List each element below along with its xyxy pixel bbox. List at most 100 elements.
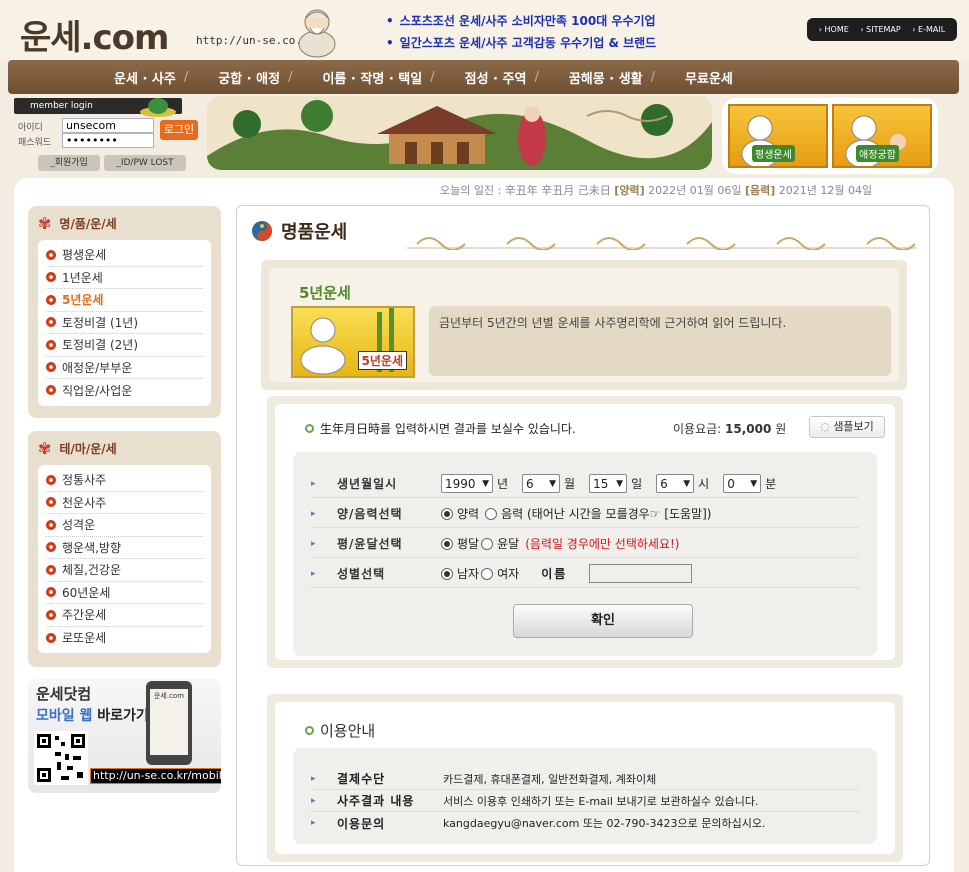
flower-icon [46,609,56,620]
month-select[interactable]: 6 ▼ [522,474,561,493]
site-header: 운세.com http://un-se.co.kr • 스포츠조선 운세/사주 소… [0,0,969,60]
flower-icon [46,385,56,396]
intro-description: 금년부터 5년간의 년별 운세를 사주명리학에 근거하여 읽어 드립니다. [429,306,891,376]
flower-icon [46,587,56,598]
id-input[interactable] [62,118,154,133]
flower-icon [46,519,56,530]
ornament-icon: ✾ [38,438,52,458]
birth-row: ▸ 생년월일시 1990 ▼ 년 6 ▼ 월 15 ▼ 일 6 ▼ 시 0 ▼ 분 [311,470,859,498]
password-input[interactable] [62,133,154,148]
sidebar-item[interactable]: 천운사주 [46,492,203,514]
sidebar-item[interactable]: 체질,건강운 [46,559,203,582]
nav-item-gunghap[interactable]: 궁합 · 애정 [218,68,280,87]
nav-item-dream[interactable]: 꿈해몽 · 생활 [569,68,643,87]
flower-icon [46,317,56,328]
bullet-icon [305,726,314,735]
nav-separator: / [288,69,293,85]
name-label: 이름 [541,567,568,581]
flower-icon [46,564,56,575]
solar-radio[interactable] [441,507,453,520]
confirm-button[interactable]: 확인 [513,604,693,638]
promo-text: • 스포츠조선 운세/사주 소비자만족 100대 우수기업 • 일간스포츠 운세/사… [386,14,657,50]
promo-card-aejeong[interactable]: 애정궁합 [832,104,932,169]
name-input[interactable] [589,564,693,583]
promo-card-pyeongsaeng[interactable]: 평생운세 [728,104,828,169]
sidebar-item[interactable]: 정통사주 [46,469,203,492]
mobile-web-banner[interactable]: 운세닷컴 모바일 웹 바로가기! 운세.com http://un-se.co.… [28,679,221,793]
female-radio[interactable] [481,567,494,580]
lunar-radio[interactable] [485,507,498,520]
login-button[interactable]: 로그인 [160,120,198,140]
sidebar-item[interactable]: 토정비결 (2년) [46,334,203,357]
nav-item-astrology[interactable]: 점성 · 주역 [465,68,527,87]
nav-separator: / [430,69,435,85]
leap-month-radio[interactable] [481,537,494,550]
sidebar-item[interactable]: 60년운세 [46,582,203,604]
solar-date: 2022년 01월 06일 [648,184,742,197]
id-pw-lost-button[interactable]: _ID/PW LOST [104,155,186,171]
flower-icon [46,294,56,305]
promo-card-label: 애정궁합 [856,145,899,162]
intro-section: 5년운세 5년운세 금년부터 5년간의 년별 운세를 사주명리학에 근거하여 읽… [261,260,907,390]
flower-icon [46,474,56,485]
fee-info: 이용요금: 15,000 원 [673,422,787,436]
intro-title: 5년운세 [299,284,351,302]
gender-row: ▸ 성별선택 남자 여자 이름 [311,560,859,588]
male-radio[interactable] [441,567,453,580]
main-banner[interactable] [207,96,712,170]
five-year-image: 5년운세 [291,306,415,378]
nav-item-free[interactable]: 무료운세 [685,68,733,87]
arrow-icon: ▸ [311,795,316,806]
sidebar-item[interactable]: 1년운세 [46,267,203,289]
join-button[interactable]: _회원가입 [38,155,100,171]
promo-line-1[interactable]: 스포츠조선 운세/사주 소비자만족 100대 우수기업 [400,14,656,28]
arrow-icon: ▸ [311,508,316,519]
nav-item-naming[interactable]: 이름 · 작명 · 택일 [322,68,422,87]
site-logo[interactable]: 운세.com [20,10,169,59]
sidebar-item[interactable]: 행운색,방향 [46,537,203,559]
usage-info-list: ▸ 결제수단 카드결제, 휴대폰결제, 일반전화결제, 계좌이체 ▸ 사주결과 … [293,748,877,844]
calendar-label: 양/음력선택 [337,507,403,521]
leap-label: 평/윤달선택 [337,537,403,551]
lunar-date: 2021년 12월 04일 [778,184,873,197]
year-select[interactable]: 1990 ▼ [441,474,493,493]
sidebar-premium-title: ✾ 명/품/운/세 [38,213,117,233]
phone-screen-brand: 운세.com [153,692,185,700]
email-link[interactable]: › E-MAIL [912,25,945,34]
sidebar-item[interactable]: 직업운/사업운 [46,379,203,402]
minute-select[interactable]: 0 ▼ [723,474,762,493]
promo-line-2[interactable]: 일간스포츠 운세/사주 고객감동 우수기업 & 브랜드 [400,36,657,50]
sidebar-item-active[interactable]: 5년운세 [46,289,203,312]
arrow-icon: ▸ [311,538,316,549]
sidebar-item[interactable]: 성격운 [46,514,203,537]
chevron-down-icon: ▼ [482,478,489,489]
day-select[interactable]: 15 ▼ [589,474,628,493]
promo-card-label: 평생운세 [752,145,795,162]
hour-select[interactable]: 6 ▼ [656,474,695,493]
sidebar-item[interactable]: 로또운세 [46,627,203,650]
sidebar-item[interactable]: 토정비결 (1년) [46,312,203,334]
sidebar-item[interactable]: 평생운세 [46,244,203,267]
arrow-icon: ▸ [311,568,316,579]
gender-label: 성별선택 [337,567,386,581]
sidebar-item[interactable]: 주간운세 [46,604,203,627]
home-link[interactable]: › HOME [819,25,849,34]
mobile-url[interactable]: http://un-se.co.kr/mobile [90,768,221,784]
sitemap-link[interactable]: › SITEMAP [860,25,900,34]
sidebar-item[interactable]: 애정운/부부운 [46,357,203,379]
sidebar-premium: ✾ 명/품/운/세 평생운세 1년운세 5년운세 토정비결 (1년) 토정비결 … [28,206,221,418]
usage-info-title: 이용안내 [305,720,375,741]
sample-view-button[interactable]: ◌ 샘플보기 [809,416,885,438]
flower-icon [46,632,56,643]
info-row: ▸ 사주결과 내용 서비스 이용후 인쇄하기 또는 E-mail 보내기로 보관… [311,790,859,812]
arrow-icon: ▸ [311,818,316,828]
mobile-line-1: 운세닷컴 [36,685,92,703]
nav-separator: / [534,69,539,85]
nav-item-saju[interactable]: 운세 · 사주 [114,68,176,87]
today-ilgin: 오늘의 일진 : 辛丑年 辛丑月 己未日 [양력] 2022년 01월 06일 … [440,182,872,198]
normal-month-radio[interactable] [441,537,453,550]
chevron-down-icon: ▼ [683,478,691,489]
sidebar-theme-title: ✾ 테/마/운/세 [38,438,117,458]
flower-icon [46,272,56,283]
promo-cards: 평생운세 애정궁합 [722,98,938,174]
